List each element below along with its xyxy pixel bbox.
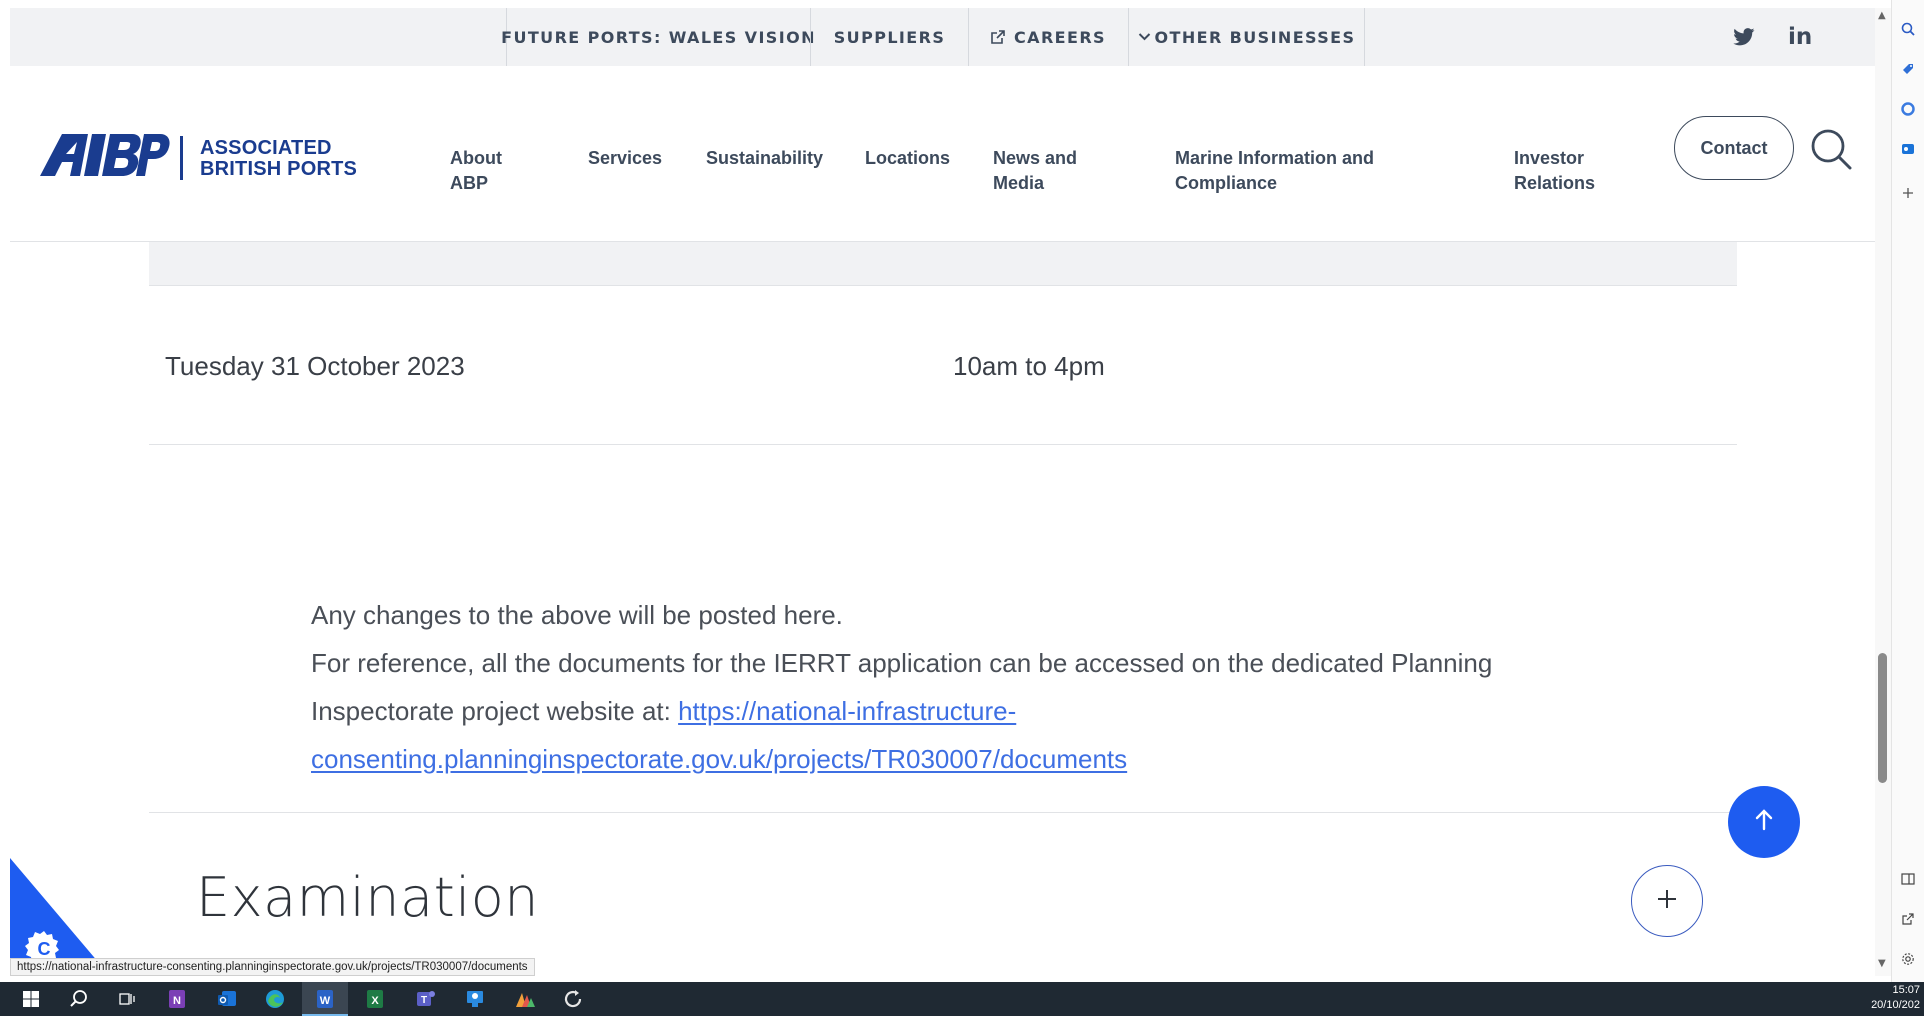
section-title[interactable]: Examination (196, 866, 539, 929)
nav-item-locations[interactable]: Locations (865, 146, 950, 171)
browser-viewport: FUTURE PORTS: WALES VISION SUPPLIERS CAR… (10, 8, 1875, 976)
chart-app-icon[interactable] (512, 987, 538, 1011)
logo-line-1: ASSOCIATED (200, 137, 332, 159)
abp-logo-mark[interactable] (40, 132, 170, 183)
nav-label: Compliance (1175, 173, 1278, 193)
nav-label: Locations (865, 148, 951, 168)
nav-label: About (450, 148, 502, 168)
add-icon[interactable] (1897, 182, 1919, 204)
company-portal-icon[interactable] (462, 987, 488, 1011)
util-divider (1364, 8, 1365, 66)
svg-text:X: X (371, 995, 379, 1007)
notice-line-2: For reference, all the documents for the… (311, 639, 1581, 783)
svg-text:W: W (320, 995, 331, 1007)
nav-label: Services (588, 148, 663, 168)
task-view-icon[interactable] (114, 987, 140, 1011)
arrow-up-icon (1754, 808, 1774, 837)
scroll-down-arrow[interactable]: ▼ (1878, 958, 1886, 969)
clock-time: 15:07 (1892, 984, 1920, 996)
nav-label: News and (993, 148, 1078, 168)
nav-item-services[interactable]: Services (588, 146, 662, 171)
nav-item-marine-info[interactable]: Marine Information and Compliance (1175, 146, 1374, 196)
svg-text:T: T (421, 995, 427, 1006)
word-icon[interactable]: W (312, 987, 338, 1011)
util-link-label: OTHER BUSINESSES (1154, 27, 1356, 47)
site-header: ASSOCIATED BRITISH PORTS About ABP Servi… (10, 66, 1875, 242)
onenote-icon[interactable]: N (164, 987, 190, 1011)
table-header-band (149, 242, 1737, 285)
logo-wordmark[interactable]: ASSOCIATED BRITISH PORTS (200, 138, 357, 180)
teams-icon[interactable]: T (412, 987, 438, 1011)
status-bar-url: https://national-infrastructure-consenti… (10, 958, 535, 976)
util-link-other-businesses[interactable]: OTHER BUSINESSES (1128, 8, 1364, 66)
nav-item-investor-relations[interactable]: Investor Relations (1514, 146, 1595, 196)
util-link-future-ports[interactable]: FUTURE PORTS: WALES VISION (501, 8, 814, 66)
refresh-app-icon[interactable] (560, 987, 586, 1011)
nav-label: Media (993, 173, 1045, 193)
excel-icon[interactable]: X (362, 987, 388, 1011)
open-external-icon[interactable] (1897, 908, 1919, 930)
util-link-careers[interactable]: CAREERS (968, 8, 1128, 66)
schedule-time: 10am to 4pm (953, 351, 1105, 381)
outlook-icon[interactable] (1897, 138, 1919, 160)
plus-icon (1655, 887, 1679, 916)
contact-label: Contact (1700, 137, 1768, 158)
notice-paragraph: Any changes to the above will be posted … (311, 591, 1581, 783)
expand-section-button[interactable] (1631, 865, 1703, 937)
sidebar-search-icon[interactable] (1897, 18, 1919, 40)
office-icon[interactable] (1897, 98, 1919, 120)
table-divider (149, 444, 1737, 445)
windows-start-icon[interactable] (18, 987, 44, 1011)
external-link-icon (991, 30, 1005, 44)
settings-gear-icon[interactable] (1897, 948, 1919, 970)
nav-item-about[interactable]: About ABP (450, 146, 502, 196)
scroll-up-arrow[interactable]: ▲ (1878, 10, 1886, 21)
nav-label: Marine Information and (1175, 148, 1375, 168)
nav-item-sustainability[interactable]: Sustainability (706, 146, 823, 171)
util-link-label: FUTURE PORTS: WALES VISION (501, 27, 816, 47)
notice-line-1: Any changes to the above will be posted … (311, 600, 843, 630)
twitter-icon[interactable] (1733, 8, 1755, 66)
windows-taskbar: N W X T 15:07 20/10/202 (0, 982, 1924, 1016)
schedule-date: Tuesday 31 October 2023 (165, 351, 465, 381)
section-divider (149, 812, 1737, 813)
nav-label: ABP (450, 173, 489, 193)
utility-bar: FUTURE PORTS: WALES VISION SUPPLIERS CAR… (10, 8, 1875, 66)
svg-text:N: N (173, 995, 181, 1007)
table-divider (149, 285, 1737, 286)
taskbar-search-icon[interactable] (66, 987, 92, 1011)
shopping-tag-icon[interactable] (1897, 58, 1919, 80)
nav-label: Relations (1514, 173, 1596, 193)
logo-divider (180, 136, 183, 180)
search-icon[interactable] (1810, 128, 1852, 175)
nav-label: Sustainability (706, 148, 824, 168)
contact-button[interactable]: Contact (1674, 116, 1794, 180)
logo-line-2: BRITISH PORTS (200, 158, 358, 180)
split-view-icon[interactable] (1897, 868, 1919, 890)
nav-item-news-media[interactable]: News and Media (993, 146, 1077, 196)
svg-text:C: C (38, 939, 51, 959)
util-link-suppliers[interactable]: SUPPLIERS (810, 8, 968, 66)
browser-sidebar (1891, 0, 1924, 982)
nav-label: Investor (1514, 148, 1585, 168)
linkedin-icon[interactable]: in (1788, 8, 1812, 66)
back-to-top-button[interactable] (1728, 786, 1800, 858)
scrollbar-thumb[interactable] (1878, 653, 1887, 783)
page-scrollbar[interactable]: ▲ ▼ (1875, 8, 1891, 976)
util-link-label: SUPPLIERS (833, 27, 946, 47)
edge-browser-icon[interactable] (262, 987, 288, 1011)
chevron-down-icon (1138, 32, 1151, 42)
clock-date: 20/10/202 (1871, 999, 1920, 1011)
util-link-label: CAREERS (1014, 27, 1106, 47)
outlook-taskbar-icon[interactable] (214, 987, 240, 1011)
system-clock[interactable]: 15:07 20/10/202 (1871, 983, 1920, 1013)
